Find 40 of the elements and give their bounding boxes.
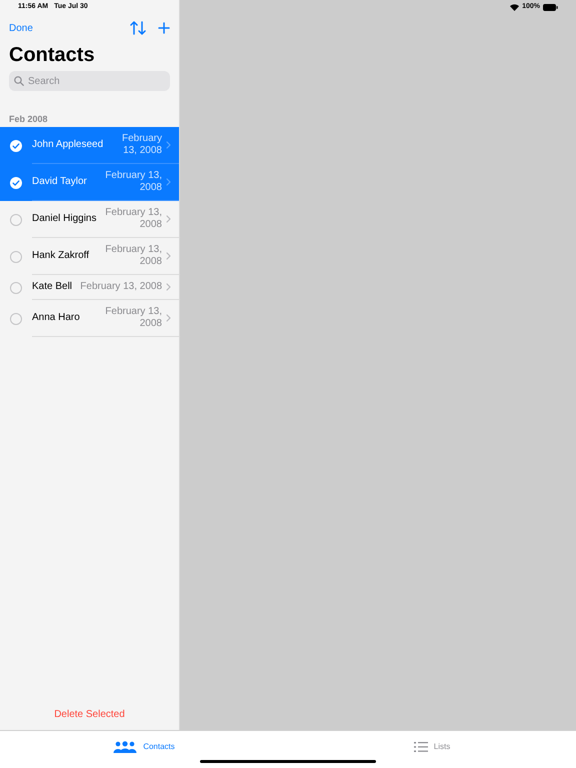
contact-date: February 13, 2008 [120,133,162,157]
chevron-right-icon [166,178,171,186]
tab-bar-item[interactable]: Contacts [0,731,288,768]
checkmark-circle-icon [10,176,22,188]
people-icon [113,740,138,752]
checkmark-circle-icon [10,140,22,152]
empty-circle-icon [10,282,22,294]
search-field[interactable]: Search [9,71,170,91]
delete-selected-button[interactable]: Delete Selected [54,707,125,722]
chevron-right-icon [166,314,171,322]
contact-date: February 13, 2008 [79,281,162,293]
contact-date: February 13, 2008 [104,170,162,194]
tab-bar-item[interactable]: Lists [288,731,576,768]
chevron-right-icon [166,252,171,260]
contact-name: Kate Bell [32,281,72,293]
contact-date: February 13, 2008 [104,244,162,268]
empty-circle-icon [10,250,22,262]
empty-circle-icon [10,312,22,324]
contact-row[interactable]: John Appleseed February 13, 2008 [0,127,179,164]
section-header: Feb 2008 [8,113,49,126]
contact-date: February 13, 2008 [104,306,162,330]
chevron-right-icon [166,283,171,291]
page-title: Contacts [8,43,96,68]
list-icon [414,742,428,752]
contact-name: Daniel Higgins [32,213,96,225]
chevron-right-icon [166,141,171,149]
chevron-right-icon [166,215,171,223]
contact-row[interactable]: David Taylor February 13, 2008 [0,164,179,201]
sort-icon[interactable] [130,21,146,35]
contact-name: Hank Zakroff [32,250,90,262]
empty-circle-icon [10,214,22,226]
contact-date: February 13, 2008 [104,207,162,231]
contact-name: Anna Haro [32,312,80,324]
battery-icon [543,4,558,11]
contact-name: John Appleseed [32,139,104,151]
done-button[interactable]: Done [9,20,33,36]
search-icon [14,76,24,86]
contact-name: David Taylor [32,176,87,188]
wifi-icon [510,4,520,11]
add-icon[interactable] [158,22,170,34]
